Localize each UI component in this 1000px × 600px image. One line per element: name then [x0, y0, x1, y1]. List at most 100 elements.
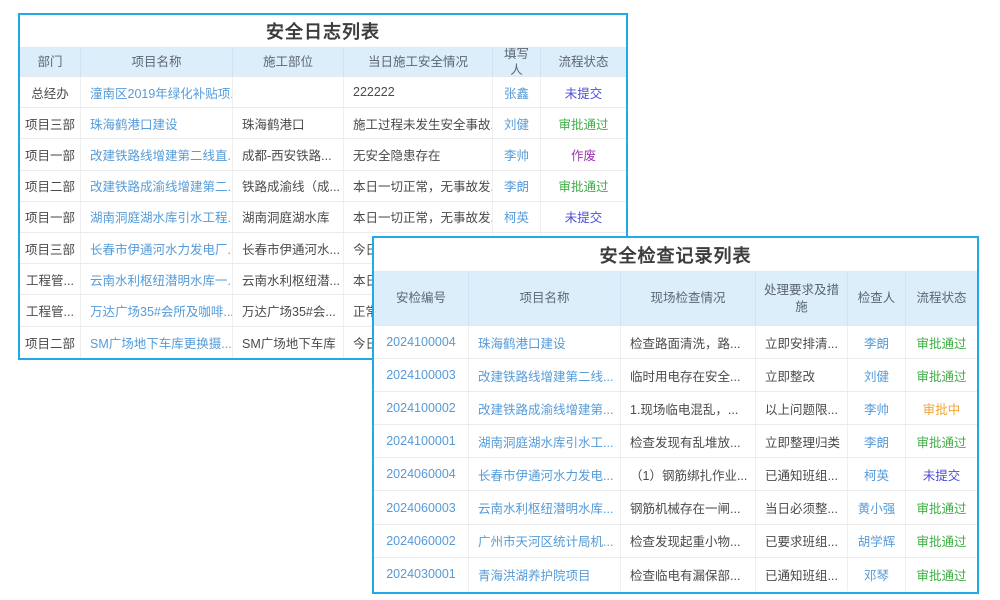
project-name-link[interactable]: 改建铁路线增建第二线直... — [80, 139, 232, 169]
check-situation-cell: 临时用电存在安全... — [620, 359, 755, 391]
writer-link[interactable]: 李帅 — [492, 139, 540, 169]
check-situation-cell: 检查临电有漏保部... — [620, 558, 755, 591]
check-situation-cell: 检查发现有乱堆放... — [620, 425, 755, 457]
check-situation-cell: 钢筋机械存在一闸... — [620, 491, 755, 523]
dept-cell: 项目二部 — [20, 327, 80, 358]
inspection-no-link[interactable]: 2024060002 — [374, 525, 468, 557]
header-writer: 填写人 — [492, 48, 540, 76]
status-badge: 审批通过 — [905, 326, 977, 358]
project-name-link[interactable]: 潼南区2019年绿化补贴项... — [80, 77, 232, 107]
status-badge: 审批通过 — [905, 359, 977, 391]
measure-cell: 以上问题限... — [755, 392, 847, 424]
page-canvas: 安全日志列表 部门 项目名称 施工部位 当日施工安全情况 填写人 流程状态 总经… — [0, 0, 1000, 600]
measure-cell: 立即整理归类 — [755, 425, 847, 457]
status-badge: 审批中 — [905, 392, 977, 424]
inspector-link[interactable]: 李帅 — [847, 392, 905, 424]
header-measure: 处理要求及措施 — [755, 272, 847, 325]
header-situation: 当日施工安全情况 — [343, 48, 492, 76]
project-name-link[interactable]: 湖南洞庭湖水库引水工... — [468, 425, 620, 457]
check-situation-cell: （1）钢筋绑扎作业... — [620, 458, 755, 490]
project-name-link[interactable]: 青海洪湖养护院项目 — [468, 558, 620, 591]
dept-cell: 项目一部 — [20, 202, 80, 232]
status-badge: 作废 — [540, 139, 626, 169]
status-badge: 审批通过 — [905, 525, 977, 557]
inspection-no-link[interactable]: 2024060003 — [374, 491, 468, 523]
project-name-link[interactable]: 长春市伊通河水力发电厂... — [80, 233, 232, 263]
writer-link[interactable]: 柯英 — [492, 202, 540, 232]
table-row: 2024100004 珠海鹤港口建设 检查路面清洗，路... 立即安排清... … — [374, 326, 977, 359]
project-name-link[interactable]: 万达广场35#会所及咖啡... — [80, 295, 232, 325]
inspection-no-link[interactable]: 2024060004 — [374, 458, 468, 490]
table-row: 2024100001 湖南洞庭湖水库引水工... 检查发现有乱堆放... 立即整… — [374, 425, 977, 458]
safety-inspection-header-row: 安检编号 项目名称 现场检查情况 处理要求及措施 检查人 流程状态 — [374, 272, 977, 326]
status-badge: 审批通过 — [540, 108, 626, 138]
situation-cell: 222222 — [343, 77, 492, 107]
header-project: 项目名称 — [468, 272, 620, 325]
dept-cell: 工程管... — [20, 264, 80, 294]
writer-link[interactable]: 李朗 — [492, 171, 540, 201]
situation-cell: 施工过程未发生安全事故... — [343, 108, 492, 138]
location-cell: 长春市伊通河水... — [232, 233, 343, 263]
inspector-link[interactable]: 李朗 — [847, 326, 905, 358]
table-row: 2024100002 改建铁路成渝线增建第... 1.现场临电混乱，... 以上… — [374, 392, 977, 425]
status-badge: 未提交 — [540, 202, 626, 232]
table-row: 项目一部 改建铁路线增建第二线直... 成都-西安铁路... 无安全隐患存在 李… — [20, 139, 626, 170]
inspection-no-link[interactable]: 2024100001 — [374, 425, 468, 457]
inspection-no-link[interactable]: 2024100002 — [374, 392, 468, 424]
project-name-link[interactable]: 改建铁路线增建第二线... — [468, 359, 620, 391]
status-badge: 审批通过 — [540, 171, 626, 201]
situation-cell: 本日一切正常，无事故发... — [343, 202, 492, 232]
check-situation-cell: 检查路面清洗，路... — [620, 326, 755, 358]
table-row: 2024030001 青海洪湖养护院项目 检查临电有漏保部... 已通知班组..… — [374, 558, 977, 591]
dept-cell: 总经办 — [20, 77, 80, 107]
situation-cell: 无安全隐患存在 — [343, 139, 492, 169]
inspector-link[interactable]: 李朗 — [847, 425, 905, 457]
project-name-link[interactable]: 湖南洞庭湖水库引水工程... — [80, 202, 232, 232]
inspection-no-link[interactable]: 2024100003 — [374, 359, 468, 391]
inspector-link[interactable]: 胡学辉 — [847, 525, 905, 557]
project-name-link[interactable]: 长春市伊通河水力发电... — [468, 458, 620, 490]
dept-cell: 项目一部 — [20, 139, 80, 169]
measure-cell: 已通知班组... — [755, 558, 847, 591]
project-name-link[interactable]: 改建铁路成渝线增建第二... — [80, 171, 232, 201]
project-name-link[interactable]: 广州市天河区统计局机... — [468, 525, 620, 557]
location-cell: 铁路成渝线（成... — [232, 171, 343, 201]
inspector-link[interactable]: 黄小强 — [847, 491, 905, 523]
inspector-link[interactable]: 刘健 — [847, 359, 905, 391]
check-situation-cell: 检查发现起重小物... — [620, 525, 755, 557]
safety-inspection-table-card: 安全检查记录列表 安检编号 项目名称 现场检查情况 处理要求及措施 检查人 流程… — [372, 236, 979, 594]
header-inspection-no: 安检编号 — [374, 272, 468, 325]
location-cell: 成都-西安铁路... — [232, 139, 343, 169]
project-name-link[interactable]: 改建铁路成渝线增建第... — [468, 392, 620, 424]
dept-cell: 项目二部 — [20, 171, 80, 201]
project-name-link[interactable]: SM广场地下车库更换摄... — [80, 327, 232, 358]
header-check: 现场检查情况 — [620, 272, 755, 325]
inspection-no-link[interactable]: 2024100004 — [374, 326, 468, 358]
status-badge: 审批通过 — [905, 491, 977, 523]
location-cell: 湖南洞庭湖水库 — [232, 202, 343, 232]
check-situation-cell: 1.现场临电混乱，... — [620, 392, 755, 424]
measure-cell: 立即安排清... — [755, 326, 847, 358]
table-row: 2024060004 长春市伊通河水力发电... （1）钢筋绑扎作业... 已通… — [374, 458, 977, 491]
project-name-link[interactable]: 珠海鹤港口建设 — [468, 326, 620, 358]
writer-link[interactable]: 刘健 — [492, 108, 540, 138]
project-name-link[interactable]: 珠海鹤港口建设 — [80, 108, 232, 138]
dept-cell: 项目三部 — [20, 108, 80, 138]
table-row: 2024060002 广州市天河区统计局机... 检查发现起重小物... 已要求… — [374, 525, 977, 558]
inspector-link[interactable]: 柯英 — [847, 458, 905, 490]
location-cell: SM广场地下车库 — [232, 327, 343, 358]
safety-log-header-row: 部门 项目名称 施工部位 当日施工安全情况 填写人 流程状态 — [20, 48, 626, 77]
safety-log-title: 安全日志列表 — [20, 15, 626, 48]
inspector-link[interactable]: 邓琴 — [847, 558, 905, 591]
writer-link[interactable]: 张鑫 — [492, 77, 540, 107]
status-badge: 审批通过 — [905, 425, 977, 457]
safety-inspection-title: 安全检查记录列表 — [374, 238, 977, 272]
location-cell: 万达广场35#会... — [232, 295, 343, 325]
table-row: 项目三部 珠海鹤港口建设 珠海鹤港口 施工过程未发生安全事故... 刘健 审批通… — [20, 108, 626, 139]
header-inspector: 检查人 — [847, 272, 905, 325]
project-name-link[interactable]: 云南水利枢纽潜明水库... — [468, 491, 620, 523]
inspection-no-link[interactable]: 2024030001 — [374, 558, 468, 591]
table-row: 2024100003 改建铁路线增建第二线... 临时用电存在安全... 立即整… — [374, 359, 977, 392]
measure-cell: 当日必须整... — [755, 491, 847, 523]
project-name-link[interactable]: 云南水利枢纽潜明水库一... — [80, 264, 232, 294]
